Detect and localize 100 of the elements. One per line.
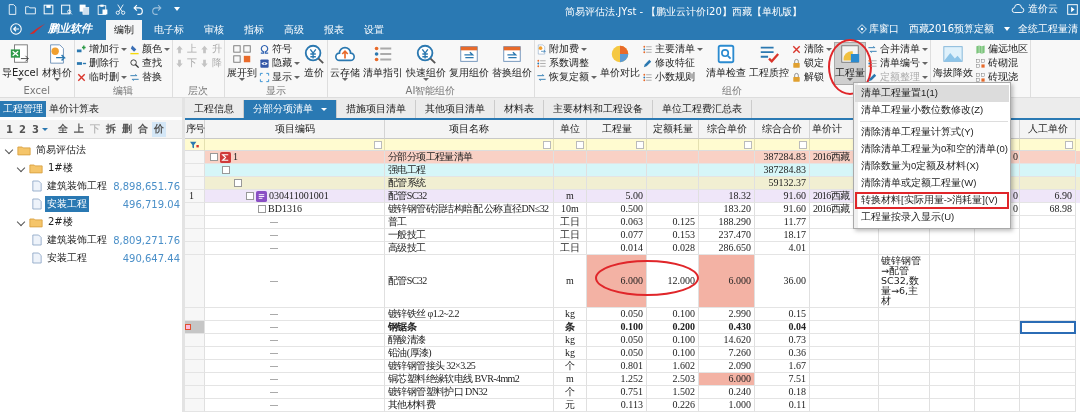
ribbon-button[interactable]: 清单编号 (866, 56, 929, 70)
ribbon-button[interactable]: 解锁 (790, 70, 833, 84)
back-icon[interactable] (10, 23, 22, 35)
row-number-cell[interactable] (185, 164, 205, 177)
ribbon-tab[interactable]: 报表 (316, 20, 352, 40)
filter-dropdown[interactable] (576, 140, 584, 149)
tree-item[interactable]: 建筑装饰工程 (45, 178, 109, 194)
filter-dropdown[interactable] (1065, 140, 1073, 149)
row-number-cell[interactable] (185, 308, 205, 321)
ribbon-button[interactable]: 砖砌混 (974, 56, 1029, 70)
tree-item[interactable]: 安装工程 (45, 250, 89, 266)
toolbar-button[interactable]: 3 (29, 121, 54, 137)
paste-icon[interactable] (96, 2, 109, 16)
row-number-cell[interactable] (185, 360, 205, 373)
filter-dropdown[interactable] (744, 140, 752, 149)
panel-tab[interactable]: 工程管理 (0, 101, 46, 117)
ribbon-button[interactable]: 偏远地区 (974, 42, 1029, 56)
menu-item[interactable]: 清单工程量置1(1) (855, 85, 1009, 102)
row-number-cell[interactable] (185, 399, 205, 412)
ribbon-button[interactable]: 清单检查 (704, 42, 747, 85)
menu-item[interactable]: 清除清单或定额工程量(W) (855, 175, 1009, 192)
caret-icon[interactable] (1004, 27, 1010, 31)
row-number-cell[interactable] (185, 255, 205, 308)
row-number-cell[interactable] (185, 216, 205, 229)
toolbar-button[interactable]: 拆 (103, 121, 118, 137)
ribbon-tab[interactable]: 电子标 (146, 20, 192, 40)
toolbar-button[interactable]: 上 (71, 121, 86, 137)
save-as-icon[interactable] (60, 2, 73, 16)
ribbon-button[interactable]: 单价对比 (598, 42, 641, 85)
ribbon-button[interactable]: 查找 (128, 56, 171, 70)
ribbon-button[interactable]: 工程质控 (747, 42, 790, 85)
filter-dropdown[interactable] (799, 140, 807, 149)
ribbon-button[interactable]: 替换 (128, 70, 171, 84)
filter-dropdown[interactable] (374, 140, 382, 149)
filter-dropdown[interactable] (636, 140, 644, 149)
ribbon-button[interactable]: 修改特征 (641, 56, 704, 70)
ribbon-tab[interactable]: 指标 (236, 20, 272, 40)
tree-item[interactable]: 简易评估法 (34, 142, 88, 158)
copy-icon[interactable] (78, 2, 91, 16)
ribbon-tab[interactable]: 审核 (196, 20, 232, 40)
tree-item[interactable]: 2#楼 (46, 214, 75, 230)
ribbon-button[interactable]: 工程量 (833, 42, 866, 85)
bill-set-label[interactable]: 全统工程量清 (1018, 22, 1080, 36)
ribbon-tab[interactable]: 高级 (276, 20, 312, 40)
toolbar-button[interactable]: 删 (119, 121, 134, 137)
ribbon-button[interactable]: 增加行 (75, 42, 128, 56)
row-number-cell[interactable] (185, 229, 205, 242)
quota-set-label[interactable]: 西藏2016预算定额 (908, 22, 994, 36)
document-tab[interactable]: 其他项目清单 (416, 100, 495, 118)
ribbon-button[interactable]: 清单指引 (361, 42, 404, 85)
ribbon-button[interactable]: 系数调整 (535, 56, 598, 70)
ribbon-button[interactable]: 符号 (258, 42, 301, 56)
row-number-cell[interactable]: 1 (185, 190, 205, 203)
ribbon-button[interactable]: 云存储 (328, 42, 361, 85)
toolbar-button[interactable]: 合 (135, 121, 150, 137)
cloud-icon[interactable] (1011, 4, 1025, 14)
row-number-cell[interactable] (185, 177, 205, 190)
ribbon-button[interactable]: 砖现浇 (974, 70, 1029, 84)
row-number-cell[interactable] (185, 347, 205, 360)
ribbon-button[interactable]: 恢复定额 (535, 70, 598, 84)
row-number-cell[interactable] (185, 386, 205, 399)
document-tab[interactable]: 主要材料和工程设备 (544, 100, 653, 118)
toolbar-button[interactable]: 2 (16, 121, 28, 137)
toolbar-button[interactable]: 全 (55, 121, 70, 137)
ribbon-button[interactable]: 导Excel (1, 42, 40, 85)
row-number-cell[interactable] (185, 242, 205, 255)
document-tab[interactable]: 单位工程费汇总表 (653, 100, 752, 118)
row-number-cell[interactable] (185, 151, 205, 164)
ribbon-button[interactable]: 隐藏 (258, 56, 301, 70)
ribbon-button[interactable]: 造价 (301, 42, 326, 85)
row-number-cell[interactable] (185, 334, 205, 347)
tree-item[interactable]: 安装工程 (45, 196, 89, 212)
ribbon-button[interactable]: 替换组价 (490, 42, 533, 85)
ribbon-button[interactable]: 合并清单 (866, 42, 929, 56)
ribbon-button[interactable]: 显示 (258, 70, 301, 84)
ribbon-button[interactable]: 颜色 (128, 42, 171, 56)
ribbon-tab[interactable]: 编制 (106, 20, 142, 40)
new-file-icon[interactable] (6, 2, 19, 16)
cloud-link[interactable]: 造价云 (1028, 2, 1058, 16)
diamond-icon[interactable] (856, 24, 867, 34)
document-tab[interactable]: 材料表 (495, 100, 544, 118)
document-tab[interactable]: 分部分项清单 (244, 100, 337, 118)
ribbon-button[interactable]: 删除行 (75, 56, 128, 70)
panel-tab[interactable]: 单价计算表 (46, 101, 102, 117)
ribbon-button[interactable]: 快速组价 (404, 42, 447, 85)
row-number-cell[interactable] (185, 373, 205, 386)
scissors-icon[interactable] (114, 2, 127, 16)
save-icon[interactable] (42, 2, 55, 16)
filter-dropdown[interactable] (543, 140, 551, 149)
document-tab[interactable]: 措施项目清单 (337, 100, 416, 118)
ribbon-button[interactable]: 材料价 (40, 42, 73, 85)
tree-item[interactable]: 建筑装饰工程 (45, 232, 109, 248)
ribbon-button[interactable]: 锁定 (790, 56, 833, 70)
play-icon[interactable] (1067, 3, 1078, 15)
toolbar-button[interactable]: 1 (4, 121, 15, 137)
ribbon-button[interactable]: 复用组价 (447, 42, 490, 85)
ribbon-tab[interactable]: 设置 (356, 20, 392, 40)
library-window-button[interactable]: 库窗口 (868, 22, 899, 36)
row-number-cell[interactable] (185, 203, 205, 216)
ribbon-button[interactable]: 清除 (790, 42, 833, 56)
